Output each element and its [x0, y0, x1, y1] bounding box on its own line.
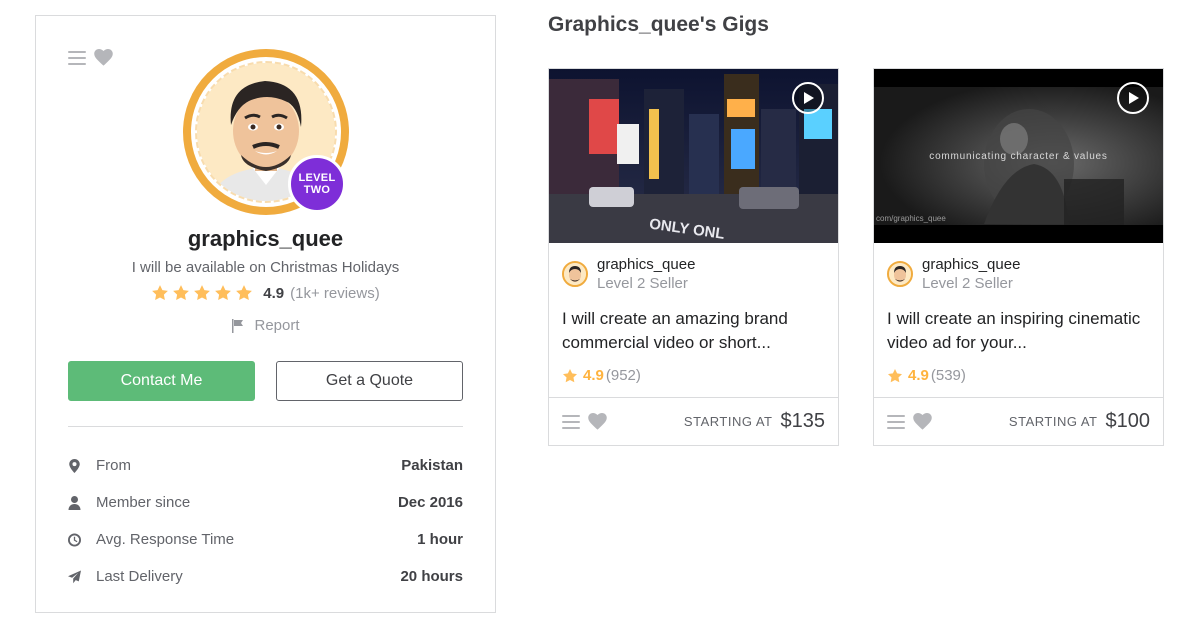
gig-seller-avatar[interactable] — [887, 261, 913, 287]
gig-thumbnail[interactable]: ONLY ONL — [549, 69, 838, 243]
seller-tagline: I will be available on Christmas Holiday… — [131, 259, 400, 276]
gig-actions — [887, 413, 1009, 430]
play-video-button[interactable] — [1117, 82, 1149, 114]
play-icon — [804, 92, 814, 104]
heart-icon[interactable] — [913, 413, 932, 430]
contact-me-button[interactable]: Contact Me — [68, 361, 255, 401]
star-icon — [215, 285, 232, 301]
starting-at-label: STARTING AT — [1008, 414, 1098, 429]
gig-actions — [562, 413, 684, 430]
thumbnail-url-text: com/graphics_quee — [876, 214, 946, 223]
location-pin-icon — [68, 458, 81, 473]
rating-stars — [151, 284, 253, 302]
divider — [68, 426, 463, 427]
seller-card: LEVEL TWO graphics_quee I will be availa… — [35, 15, 496, 613]
stat-value: Pakistan — [401, 457, 463, 474]
gig-card[interactable]: communicating character & values com/gra… — [873, 68, 1164, 446]
stat-row-response-time: Avg. Response Time 1 hour — [68, 521, 463, 558]
gig-price: $135 — [780, 410, 826, 432]
gigs-section-title: Graphics_quee's Gigs — [548, 13, 769, 36]
gig-seller-name[interactable]: graphics_quee — [922, 255, 1020, 274]
gig-price: $100 — [1105, 410, 1151, 432]
gig-seller-text: graphics_quee Level 2 Seller — [597, 255, 695, 293]
flag-icon — [232, 318, 244, 333]
stat-label: From — [96, 457, 131, 474]
gig-rating-count: (952) — [605, 367, 641, 384]
get-a-quote-button[interactable]: Get a Quote — [276, 361, 463, 401]
stat-label: Last Delivery — [96, 568, 183, 585]
play-video-button[interactable] — [792, 82, 824, 114]
star-icon — [888, 368, 902, 382]
level-badge-line2: TWO — [303, 184, 331, 196]
heart-icon[interactable] — [94, 49, 113, 66]
star-icon — [563, 368, 577, 382]
gig-rating-value: 4.9 — [908, 367, 929, 384]
gig-rating-count: (539) — [930, 367, 966, 384]
thumbnail-overlay-text: communicating character & values — [929, 151, 1108, 162]
play-icon — [1129, 92, 1139, 104]
starting-at-label: STARTING AT — [683, 414, 773, 429]
star-icon — [194, 285, 211, 301]
heart-icon[interactable] — [588, 413, 607, 430]
collections-icon[interactable] — [68, 50, 86, 65]
level-badge: LEVEL TWO — [288, 155, 346, 213]
gig-card[interactable]: ONLY ONL graphics_quee Level 2 Seller I … — [548, 68, 839, 446]
seller-rating: 4.9 (1k+ reviews) — [36, 284, 495, 302]
gig-seller-level: Level 2 Seller — [597, 275, 688, 292]
clock-icon — [68, 533, 81, 547]
stat-label: Avg. Response Time — [96, 531, 235, 548]
stat-row-member-since: Member since Dec 2016 — [68, 484, 463, 521]
star-icon — [152, 285, 169, 301]
star-icon — [236, 285, 253, 301]
gig-seller-text: graphics_quee Level 2 Seller — [922, 255, 1020, 293]
level-badge-line1: LEVEL — [298, 172, 336, 184]
star-icon — [173, 285, 190, 301]
user-icon — [68, 495, 81, 510]
stat-value: 20 hours — [400, 568, 463, 585]
stat-row-from: From Pakistan — [68, 447, 463, 484]
gig-title[interactable]: I will create an inspiring cinematic vid… — [887, 307, 1150, 355]
gig-footer: STARTING AT $135 — [549, 397, 838, 445]
rating-value: 4.9 — [263, 284, 285, 302]
gig-seller-info: graphics_quee Level 2 Seller — [562, 255, 695, 293]
seller-stats: From Pakistan Member since Dec 2016 Avg.… — [68, 447, 463, 595]
gig-seller-avatar[interactable] — [562, 261, 588, 287]
report-link[interactable]: Report — [36, 317, 495, 334]
review-count[interactable]: (1k+ reviews) — [290, 285, 380, 302]
seller-username[interactable]: graphics_quee — [36, 226, 495, 252]
gig-rating: 4.9 (539) — [887, 367, 966, 384]
gig-seller-name[interactable]: graphics_quee — [597, 255, 695, 274]
gig-rating-value: 4.9 — [583, 367, 604, 384]
collections-icon[interactable] — [887, 414, 905, 429]
gig-footer: STARTING AT $100 — [874, 397, 1163, 445]
seller-avatar[interactable]: LEVEL TWO — [183, 49, 349, 215]
gig-seller-info: graphics_quee Level 2 Seller — [887, 255, 1020, 293]
gig-seller-level: Level 2 Seller — [922, 275, 1013, 292]
stat-row-last-delivery: Last Delivery 20 hours — [68, 558, 463, 595]
card-actions — [68, 49, 113, 66]
paper-plane-icon — [68, 570, 81, 584]
gig-thumbnail[interactable]: communicating character & values com/gra… — [874, 69, 1163, 243]
stat-label: Member since — [96, 494, 191, 511]
collections-icon[interactable] — [562, 414, 580, 429]
gig-rating: 4.9 (952) — [562, 367, 641, 384]
stat-value: Dec 2016 — [397, 494, 463, 511]
stat-value: 1 hour — [417, 531, 463, 548]
gig-title[interactable]: I will create an amazing brand commercia… — [562, 307, 825, 355]
report-label: Report — [254, 317, 300, 334]
